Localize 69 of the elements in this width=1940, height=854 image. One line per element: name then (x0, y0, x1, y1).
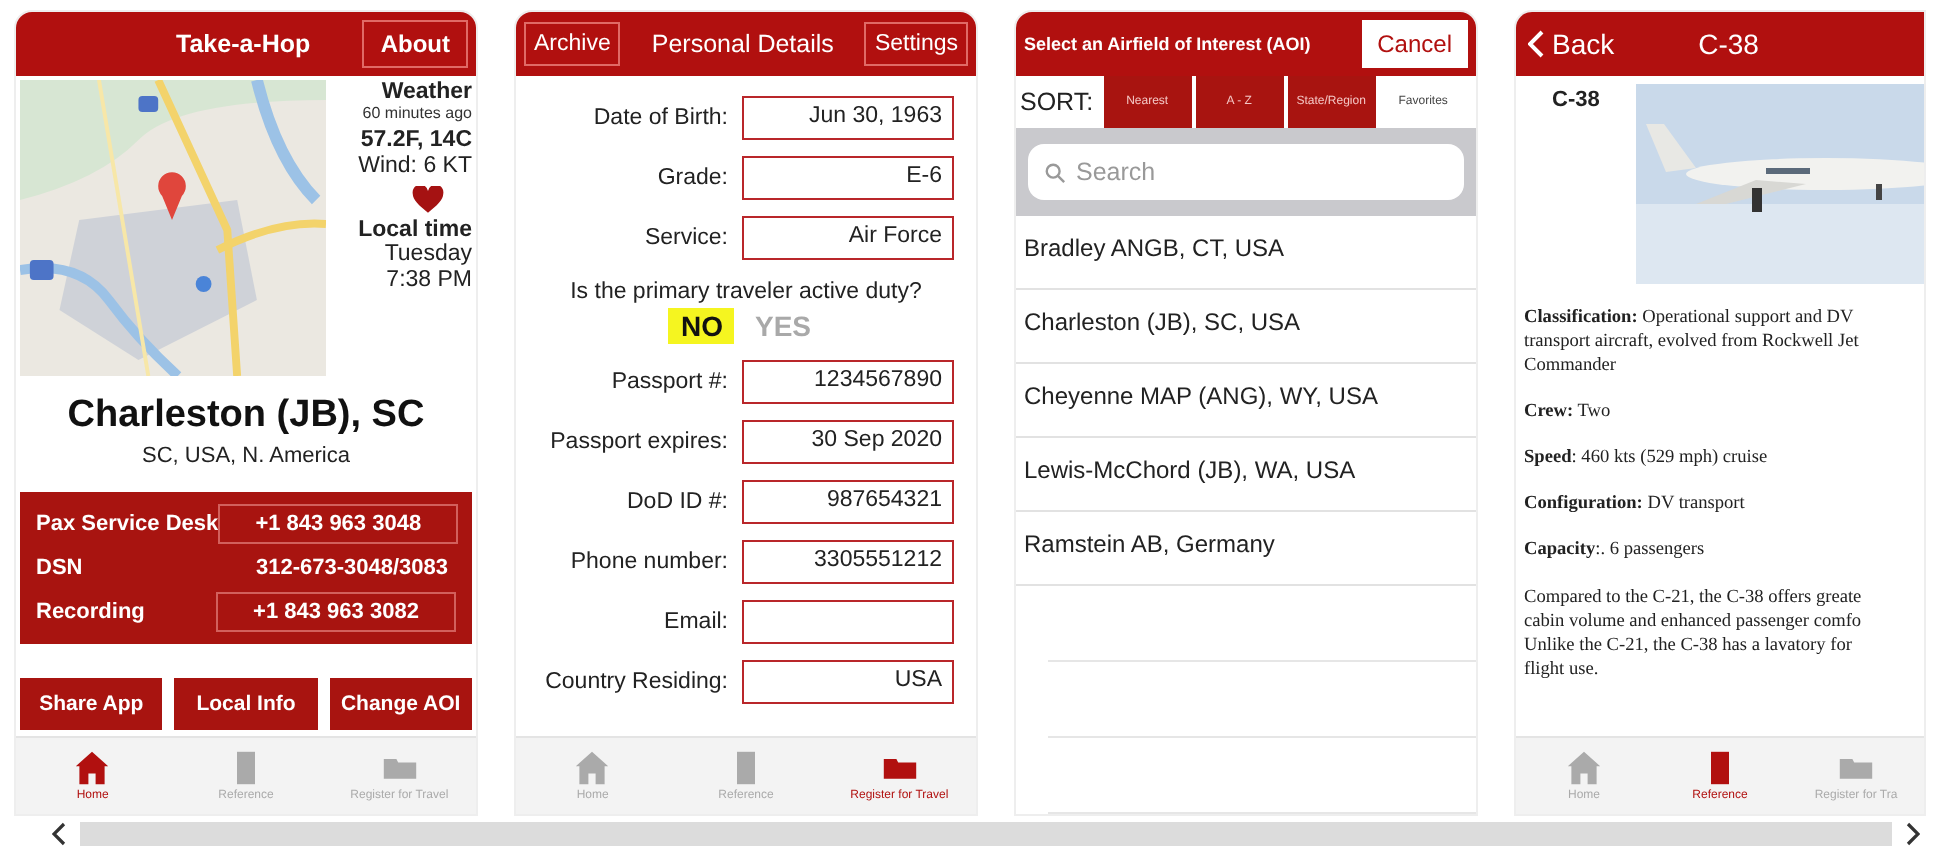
app-title: Take-a-Hop (176, 30, 311, 58)
temperature: 57.2F, 14C (360, 127, 472, 154)
local-time-title: Local time (358, 217, 472, 243)
input-field[interactable]: Jun 30, 1963 (742, 96, 954, 140)
input-field[interactable]: 1234567890 (742, 360, 954, 404)
input-field[interactable]: USA (742, 660, 954, 704)
field-label: Phone number: (568, 550, 728, 574)
settings-button[interactable]: Settings (864, 22, 968, 66)
input-field[interactable]: 987654321 (742, 480, 954, 524)
field-label: Email: (662, 610, 728, 634)
local-time: 7:38 PM (386, 268, 472, 295)
city-name: Charleston (JB), SC (65, 394, 427, 438)
phone-link[interactable]: +1 843 963 3048 (218, 504, 459, 544)
chevron-right-icon[interactable] (1904, 822, 1920, 846)
field-label: Passport expires: (548, 430, 728, 454)
weather-age: 60 minutes ago (362, 105, 472, 124)
action-button[interactable]: Share App (20, 678, 163, 730)
field-label: DoD ID #: (625, 490, 728, 514)
contact-label: Recording (36, 600, 145, 624)
input-field[interactable]: Air Force (742, 216, 954, 260)
airfield-item[interactable]: Charleston (JB), SC, USA (1016, 290, 1476, 364)
search-icon (1044, 162, 1066, 184)
cancel-button[interactable]: Cancel (1361, 20, 1468, 68)
screen-title: C-38 (1698, 28, 1759, 60)
house-icon (574, 750, 611, 786)
archive-button[interactable]: Archive (524, 22, 621, 66)
phone-number: 312-673-3048/3083 (253, 554, 450, 584)
spec-text: Crew: Two (1524, 400, 1613, 425)
search-field[interactable]: Search (1028, 144, 1464, 200)
input-field[interactable]: E-6 (742, 156, 954, 200)
airfield-item[interactable]: Bradley ANGB, CT, USA (1016, 216, 1476, 290)
input-field[interactable] (742, 600, 954, 644)
question-text: Is the primary traveler active duty? (568, 280, 924, 304)
house-icon (1566, 750, 1602, 786)
phone-link[interactable]: +1 843 963 3082 (216, 592, 456, 632)
contact-label: DSN (36, 556, 83, 580)
airfield-item[interactable]: Lewis-McChord (JB), WA, USA (1016, 438, 1476, 512)
sort-label: SORT: (1020, 88, 1094, 116)
spec-text: Classification: Operational support and DV transport aircraft, evolved from Rockwell Jet Commander (1524, 306, 1861, 379)
screen-title: Personal Details (651, 30, 834, 58)
spec-text: Capacity:. 6 passengers (1524, 538, 1707, 564)
input-field[interactable]: 3305551212 (742, 540, 954, 584)
input-field[interactable]: 30 Sep 2020 (742, 420, 954, 464)
airfield-item[interactable]: Cheyenne MAP (ANG), WY, USA (1016, 364, 1476, 438)
field-label: Grade: (655, 166, 728, 190)
screen-title: Select an Airfield of Interest (AOI) (1024, 34, 1311, 54)
airfield-item[interactable]: Ramstein AB, Germany (1016, 512, 1476, 586)
field-label: Country Residing: (543, 670, 728, 694)
field-label: Date of Birth: (591, 106, 728, 130)
weather-title: Weather (381, 80, 472, 106)
action-button[interactable]: Local Info (174, 678, 318, 730)
chevron-left-icon[interactable] (52, 822, 68, 846)
field-label: Service: (642, 226, 728, 250)
spec-text: Speed: 460 kts (529 mph) cruise (1524, 446, 1770, 471)
spec-text: Configuration: DV transport (1524, 492, 1747, 517)
house-icon (74, 750, 111, 786)
region-text: SC, USA, N. America (140, 444, 352, 468)
aircraft-name: C-38 (1552, 88, 1600, 116)
heart-icon[interactable] (412, 185, 444, 214)
about-button[interactable]: About (362, 20, 468, 68)
answer-option[interactable]: NO (668, 308, 735, 344)
action-button[interactable]: Change AOI (329, 678, 472, 730)
wind-speed: Wind: 6 KT (358, 153, 472, 180)
weekday: Tuesday (384, 242, 472, 269)
spec-text: Compared to the C-21, the C-38 offers greate cabin volume and enhanced passenger comfo Unlike the C-21, the C-38 has a lavatory for flight use. (1524, 585, 1864, 682)
chevron-left-icon (1528, 30, 1544, 58)
field-label: Passport #: (609, 370, 728, 394)
back-button[interactable]: Back (1524, 28, 1619, 60)
contact-label: Pax Service Desk (36, 512, 219, 536)
